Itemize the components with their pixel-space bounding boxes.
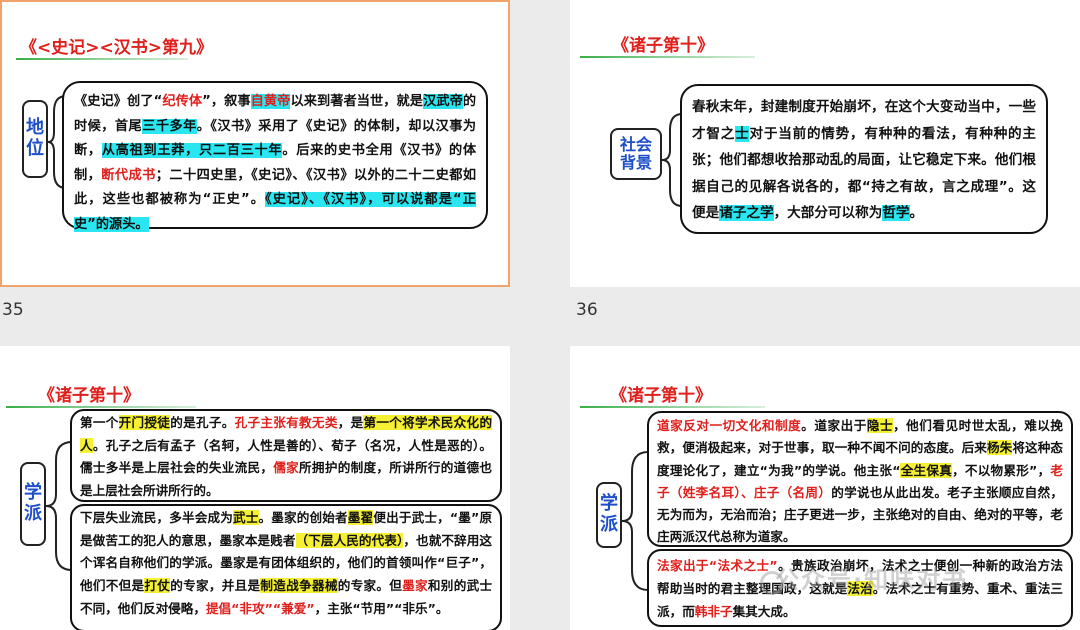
text-segment: 士 <box>735 125 750 142</box>
slide-36[interactable]: 《诸子第十》 社会 背景 春秋末年，封建制度开始崩坏，在这个大变动当中，一些才智之… <box>570 0 1080 287</box>
slide-title: 《<史记><汉书>第九》 <box>20 38 213 58</box>
text-segment: ”，叙事 <box>202 94 251 109</box>
text-segment: 道家反对一切文化和制度 <box>657 418 802 433</box>
side-label-line: 派 <box>24 503 42 524</box>
text-segment: 的专家。但 <box>337 578 403 594</box>
text-segment: 。墨家的创始者 <box>258 510 348 525</box>
text-segment: ，是 <box>337 415 364 430</box>
text-segment: 诸子之学 <box>719 205 774 221</box>
text-segment: 三千多年 <box>142 118 197 134</box>
text-segment: 纪传体 <box>162 94 203 109</box>
content-box: 《史记》创了“纪传体”，叙事自黄帝以来到著者当世，就是汉武帝的时候，首尾三千多年… <box>62 81 488 232</box>
text-segment: 孔子主张有教无类 <box>234 415 338 430</box>
slide-35[interactable]: 《<史记><汉书>第九》 地位 《史记》创了“纪传体”，叙事自黄帝以来到著者当世… <box>0 0 510 287</box>
content-text: 道家反对一切文化和制度。道家出于隐士，他们看见时世太乱，难以挽救，便消极起来，对… <box>657 415 1063 549</box>
text-segment: （下层人民的代表） <box>295 532 404 548</box>
text-segment: 全生保真 <box>900 462 953 478</box>
text-segment: 隐士 <box>866 418 894 433</box>
side-label: 学派 <box>596 482 622 548</box>
text-segment: 下层失业流民，多半会成为 <box>80 510 234 525</box>
side-label-line: 学 <box>600 493 618 515</box>
text-segment: 哲学 <box>882 205 910 221</box>
text-segment: 集其大成。 <box>732 604 796 619</box>
text-segment: 自黄帝 <box>250 94 291 109</box>
content-text: 春秋末年，封建制度开始崩坏，在这个大变动当中，一些才智之士对于当前的情势，有种种… <box>692 94 1036 227</box>
text-segment: ，主张“节用”“非乐”。 <box>314 600 449 616</box>
text-segment: 。道家出于 <box>801 418 867 433</box>
slide-title: 《诸子第十》 <box>38 386 140 406</box>
text-segment: 以来到著者当世，就是 <box>290 94 424 109</box>
content-box-confucian: 第一个开门授徒的是孔子。孔子主张有教无类，是第一个将学术民众化的人。孔子之后有孟… <box>70 409 502 502</box>
side-label-line: 社会 <box>619 134 652 154</box>
slide-title: 《诸子第十》 <box>612 36 714 56</box>
slide-title: 《诸子第十》 <box>610 386 712 406</box>
slide-number: 36 <box>576 300 598 320</box>
side-label-text: 地位 <box>26 117 44 159</box>
content-box: 春秋末年，封建制度开始崩坏，在这个大变动当中，一些才智之士对于当前的情势，有种种… <box>680 84 1048 234</box>
title-underline <box>580 56 755 58</box>
text-segment: 提倡“非攻”“兼爱” <box>205 600 315 616</box>
content-box-mohist: 下层失业流民，多半会成为武士。墨家的创始者墨翟便出于武士，“墨”原是做苦工的犯人… <box>70 504 502 630</box>
text-segment: 杨朱 <box>986 440 1013 456</box>
side-label-line: 背景 <box>619 153 652 172</box>
side-label: 社会 背景 <box>610 128 662 180</box>
text-segment: 墨翟 <box>347 510 374 525</box>
side-label-text: 学派 <box>24 482 42 524</box>
bracket-connector <box>621 451 649 591</box>
text-segment: 家 <box>286 460 300 475</box>
text-segment: 制造战争器械 <box>260 578 338 594</box>
text-segment: 。 <box>909 205 924 221</box>
side-label-line: 学 <box>24 482 42 504</box>
text-segment: 第一个 <box>80 415 119 430</box>
text-segment: 《史记》创了“ <box>74 94 163 109</box>
slide-number: 35 <box>2 300 24 320</box>
text-segment: 儒 <box>273 460 287 475</box>
text-segment: 的专家，并且是 <box>170 578 261 594</box>
content-text: 第一个开门授徒的是孔子。孔子主张有教无类，是第一个将学术民众化的人。孔子之后有孟… <box>80 412 493 502</box>
content-text: 《史记》创了“纪传体”，叙事自黄帝以来到著者当世，就是汉武帝的时候，首尾三千多年… <box>74 90 476 237</box>
text-segment: 武士 <box>233 510 259 525</box>
side-label: 学派 <box>20 462 46 546</box>
text-segment: 打仗 <box>144 578 171 594</box>
text-segment: 墨家 <box>402 578 428 594</box>
content-box-taoist: 道家反对一切文化和制度。道家出于隐士，他们看见时世太乱，难以挽救，便消极起来，对… <box>647 411 1073 547</box>
side-label-line: 派 <box>600 514 618 535</box>
title-underline <box>580 406 765 408</box>
text-segment: ，大部分可以称为 <box>773 205 883 221</box>
side-label-text: 社会 背景 <box>619 134 652 173</box>
watermark: 公众号·知味对书 <box>775 566 969 594</box>
content-text: 下层失业流民，多半会成为武士。墨家的创始者墨翟便出于武士，“墨”原是做苦工的犯人… <box>80 507 492 621</box>
title-underline <box>16 58 188 60</box>
side-label-line: 位 <box>26 138 44 159</box>
side-label-line: 地 <box>26 117 44 139</box>
slide-37[interactable]: 《诸子第十》 学派 第一个开门授徒的是孔子。孔子主张有教无类，是第一个将学术民众… <box>0 346 510 630</box>
text-segment: 汉武帝 <box>423 94 463 109</box>
text-segment: 开门授徒 <box>118 415 171 430</box>
text-segment: ，不以物累形”， <box>952 462 1051 478</box>
text-segment: 断代成书 <box>101 167 156 183</box>
text-segment: 的是孔子。 <box>170 415 235 430</box>
title-underline <box>6 406 196 408</box>
side-label: 地位 <box>22 100 48 178</box>
side-label-text: 学派 <box>600 493 618 535</box>
text-segment: 从高祖到王莽，只二百三十年 <box>101 143 283 158</box>
text-segment: 韩非子 <box>694 604 733 619</box>
